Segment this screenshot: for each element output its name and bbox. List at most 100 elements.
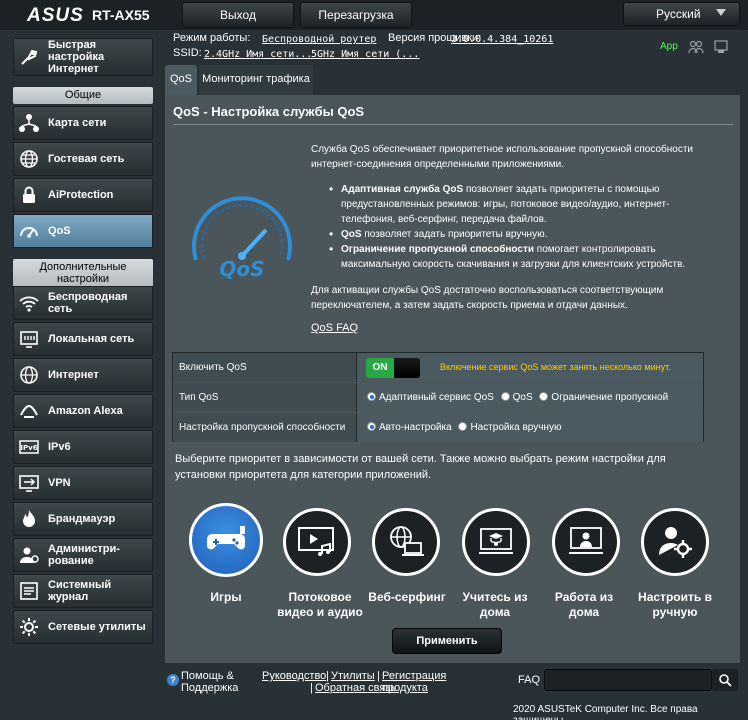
sidebar-item-label: Системный журнал: [48, 579, 112, 603]
bullet-text: позволяет задать приоритеты вручную.: [361, 229, 548, 240]
sidebar-item-label: Сетевые утилиты: [48, 621, 146, 633]
qos-type-cell: Адаптивный сервис QoS QoS Ограничение пр…: [357, 383, 703, 432]
tab-qos[interactable]: QoS: [165, 65, 197, 95]
sidebar-item-qos[interactable]: QoS: [13, 214, 153, 248]
radio-icon: [539, 392, 549, 401]
sidebar-item-label: Карта сети: [48, 117, 107, 129]
sidebar-item-label: QoS: [48, 225, 71, 237]
sidebar-item-label: Брандмауэр: [48, 513, 116, 525]
page-title: QoS - Настройка службы QoS: [173, 104, 365, 119]
sidebar-item-vpn[interactable]: VPN: [13, 466, 153, 500]
bullet-title: Адаптивная служба QoS: [341, 184, 464, 195]
sidebar-item-label: Беспроводная сеть: [48, 291, 128, 315]
usb-icon[interactable]: [713, 40, 729, 57]
qos-type-traditional-radio[interactable]: QoS: [500, 392, 533, 403]
tab-traffic-monitor[interactable]: Мониторинг трафика: [199, 65, 313, 95]
help-support-link[interactable]: Помощь & Поддержка: [181, 670, 243, 694]
copyright-text: 2020 ASUSTeK Computer Inc. Все права защ…: [513, 704, 698, 720]
enable-qos-label: Включить QoS: [173, 353, 357, 382]
priority-instructions: Выберите приоритет в зависимости от ваше…: [175, 453, 666, 481]
faq-search-button[interactable]: [712, 669, 738, 691]
sidebar-item-wireless[interactable]: Беспроводная сеть: [13, 286, 153, 320]
work-icon: [569, 527, 603, 554]
mode-custom-button[interactable]: [641, 508, 709, 576]
mode-label: Игры: [210, 590, 242, 604]
enable-qos-toggle[interactable]: ON: [366, 358, 420, 378]
lan-icon: [20, 331, 38, 348]
bandwidth-manual-radio[interactable]: Настройка вручную: [458, 422, 561, 433]
qos-type-adaptive-radio[interactable]: Адаптивный сервис QoS: [367, 392, 494, 403]
qos-faq-link[interactable]: QoS FAQ: [311, 322, 358, 334]
radio-label: Настройка вручную: [470, 422, 562, 433]
asus-logo: ASUS: [27, 5, 84, 26]
sidebar-item-label: AiProtection: [48, 189, 114, 201]
mode-label: Потоковое видео и аудио: [277, 590, 363, 619]
media-icon: [298, 527, 334, 556]
table-row: Тип QoS Адаптивный сервис QoS QoS Ограни…: [173, 383, 703, 432]
manual-link[interactable]: Руководство: [262, 670, 326, 682]
sidebar-item-wan[interactable]: Интернет: [13, 358, 153, 392]
sidebar-item-syslog[interactable]: Системный журнал: [13, 574, 153, 608]
sidebar-item-guest-network[interactable]: Гостевая сеть: [13, 142, 153, 176]
mode-label: Настроить в ручную: [638, 590, 712, 619]
mode-games-button[interactable]: [189, 503, 263, 577]
learn-icon: [479, 528, 513, 554]
sidebar-item-firewall[interactable]: Брандмауэр: [13, 502, 153, 536]
network-map-icon: [19, 114, 39, 132]
bullet-title: QoS: [341, 229, 362, 240]
ssid-5-link[interactable]: 5GHz Имя сети (...: [311, 49, 419, 60]
ssid-24-link[interactable]: 2.4GHz Имя сети...: [204, 49, 312, 60]
sidebar-item-label: Amazon Alexa: [48, 405, 123, 417]
mode-value-link[interactable]: Беспроводной роутер: [262, 34, 376, 45]
toggle-on-label: ON: [366, 358, 394, 378]
utilities-link[interactable]: Утилиты: [331, 670, 375, 682]
toggle-knob: [394, 358, 420, 378]
sidebar-item-label: Локальная сеть: [48, 333, 135, 345]
sidebar-item-alexa[interactable]: Amazon Alexa: [13, 394, 153, 428]
feedback-link[interactable]: Обратная связь: [315, 682, 396, 694]
mode-label: Режим работы:: [173, 32, 251, 44]
help-icon: ?: [167, 674, 179, 686]
logout-button[interactable]: Выход: [182, 2, 294, 28]
model-name: RT-AX55: [92, 7, 150, 23]
sidebar-advanced-header: Дополнительные настройки: [13, 259, 153, 287]
globe-icon: [20, 150, 38, 168]
qos-logo-icon: QoS: [186, 190, 298, 285]
bandwidth-auto-radio[interactable]: Авто-настройка: [367, 422, 452, 433]
mode-work-from-home-button[interactable]: [552, 508, 620, 576]
firewall-icon: [23, 510, 35, 527]
gamepad-icon: [206, 526, 246, 550]
log-icon: [20, 582, 38, 600]
mode-label: Учитесь из дома: [462, 590, 528, 619]
sidebar-item-administration[interactable]: Администри-рование: [13, 538, 153, 572]
firmware-value-link[interactable]: 3.0.0.4.384_10261: [451, 34, 553, 45]
faq-label: FAQ: [518, 674, 541, 686]
sidebar-general-header: Общие: [13, 87, 153, 104]
title-divider: [173, 124, 733, 125]
sidebar-item-lan[interactable]: Локальная сеть: [13, 322, 153, 356]
mode-learn-from-home-button[interactable]: [462, 508, 530, 576]
faq-search-input[interactable]: [544, 669, 712, 691]
clients-icon[interactable]: [688, 40, 704, 57]
radio-icon: [367, 392, 376, 401]
sidebar-item-network-tools[interactable]: Сетевые утилиты: [13, 610, 153, 644]
gear-icon: [20, 618, 38, 636]
radio-label: Адаптивный сервис QoS: [379, 392, 494, 403]
reboot-button[interactable]: Перезагрузка: [300, 2, 412, 28]
radio-icon: [458, 422, 468, 431]
activation-text: Для активации службы QoS достаточно восп…: [311, 285, 664, 311]
radio-label: Авто-настройка: [379, 422, 452, 433]
sidebar-item-network-map[interactable]: Карта сети: [13, 106, 153, 140]
mode-streaming-button[interactable]: [283, 508, 351, 576]
sidebar-quick-setup[interactable]: Быстрая настройка Интернет: [13, 38, 153, 76]
web-icon: [390, 526, 424, 556]
apply-button[interactable]: Применить: [392, 628, 502, 654]
sidebar-quick-setup-label: Быстрая настройка Интернет: [48, 39, 105, 75]
intro-text: Служба QoS обеспечивает приоритетное исп…: [311, 144, 694, 170]
ssid-label: SSID:: [173, 47, 202, 59]
mode-web-surfing-button[interactable]: [372, 508, 440, 576]
app-link[interactable]: App: [660, 41, 678, 52]
sidebar-item-ipv6[interactable]: IPv6 IPv6: [13, 430, 153, 464]
sidebar-item-label: IPv6: [48, 441, 71, 453]
sidebar-item-aiprotection[interactable]: AiProtection: [13, 178, 153, 212]
